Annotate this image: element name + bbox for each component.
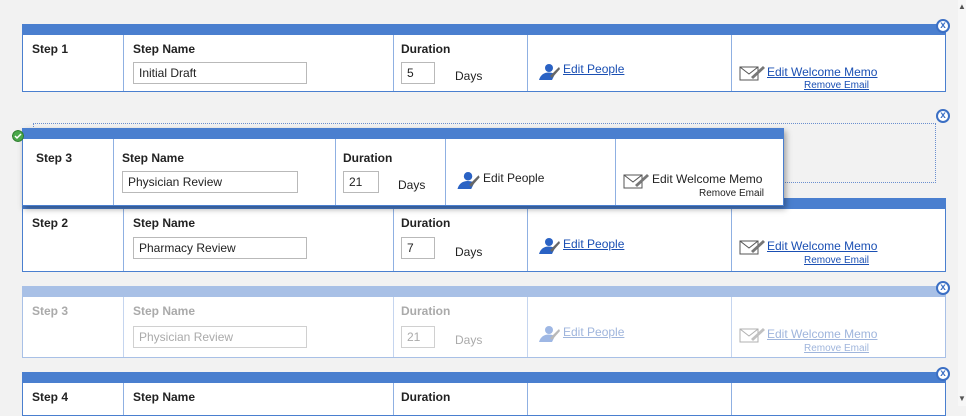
duration-label: Duration bbox=[401, 42, 451, 56]
duration-label: Duration bbox=[401, 216, 451, 230]
close-icon[interactable]: x bbox=[936, 19, 950, 33]
step-number: Step 3 bbox=[36, 151, 73, 165]
check-circle-icon bbox=[12, 130, 24, 142]
step-name-input[interactable]: Initial Draft bbox=[133, 62, 307, 84]
envelope-pencil-icon[interactable] bbox=[739, 327, 765, 343]
step-card-header-bar[interactable] bbox=[23, 287, 945, 297]
remove-email-link[interactable]: Remove Email bbox=[699, 188, 764, 199]
days-label: Days bbox=[455, 69, 483, 83]
step-name-label: Step Name bbox=[133, 304, 196, 318]
remove-email-link[interactable]: Remove Email bbox=[804, 343, 869, 354]
days-label: Days bbox=[455, 245, 483, 259]
close-icon[interactable]: x bbox=[936, 109, 950, 123]
edit-people-link[interactable]: Edit People bbox=[563, 237, 624, 251]
close-icon[interactable]: x bbox=[936, 281, 950, 295]
scrollbar[interactable] bbox=[958, 0, 966, 406]
step-card-2: Step 2 Step Name Pharmacy Review Duratio… bbox=[22, 198, 946, 272]
step-name-label: Step Name bbox=[133, 390, 196, 404]
days-label: Days bbox=[455, 333, 483, 347]
edit-welcome-memo-link[interactable]: Edit Welcome Memo bbox=[767, 239, 877, 253]
edit-people-link[interactable]: Edit People bbox=[483, 171, 544, 185]
duration-input[interactable]: 21 bbox=[401, 326, 435, 348]
envelope-pencil-icon[interactable] bbox=[623, 173, 649, 189]
close-icon[interactable]: x bbox=[936, 367, 950, 381]
people-icon[interactable] bbox=[536, 325, 560, 343]
people-icon[interactable] bbox=[454, 171, 480, 190]
step-number: Step 4 bbox=[32, 390, 69, 404]
edit-welcome-memo-link[interactable]: Edit Welcome Memo bbox=[652, 172, 762, 186]
remove-email-link[interactable]: Remove Email bbox=[804, 255, 869, 266]
duration-label: Duration bbox=[401, 304, 451, 318]
step-name-label: Step Name bbox=[133, 216, 196, 230]
duration-input[interactable]: 7 bbox=[401, 237, 435, 259]
step-card-3-dragging[interactable]: Step 3 Step Name Physician Review Durati… bbox=[22, 128, 784, 206]
step-card-3-ghost: Step 3 Step Name Physician Review Durati… bbox=[22, 286, 946, 358]
step-card-header-bar[interactable] bbox=[23, 129, 783, 139]
edit-welcome-memo-link[interactable]: Edit Welcome Memo bbox=[767, 327, 877, 341]
step-name-label: Step Name bbox=[133, 42, 196, 56]
days-label: Days bbox=[398, 178, 426, 192]
step-number: Step 2 bbox=[32, 216, 69, 230]
step-number: Step 1 bbox=[32, 42, 69, 56]
scroll-up-icon[interactable]: ▲ bbox=[958, 2, 966, 11]
envelope-pencil-icon[interactable] bbox=[739, 239, 765, 255]
step-card-header-bar[interactable] bbox=[23, 25, 945, 35]
scroll-down-icon[interactable]: ▼ bbox=[958, 394, 966, 403]
duration-input[interactable]: 5 bbox=[401, 62, 435, 84]
remove-email-link[interactable]: Remove Email bbox=[804, 80, 869, 91]
step-card-4: Step 4 Step Name Duration bbox=[22, 372, 946, 416]
step-card-header-bar[interactable] bbox=[23, 373, 945, 383]
duration-label: Duration bbox=[343, 151, 393, 165]
people-icon[interactable] bbox=[536, 237, 560, 255]
envelope-pencil-icon[interactable] bbox=[739, 65, 765, 81]
step-name-input[interactable]: Pharmacy Review bbox=[133, 237, 307, 259]
edit-people-link[interactable]: Edit People bbox=[563, 325, 624, 339]
step-name-input[interactable]: Physician Review bbox=[133, 326, 307, 348]
step-card-1: Step 1 Step Name Initial Draft Duration … bbox=[22, 24, 946, 92]
duration-input[interactable]: 21 bbox=[343, 171, 379, 193]
step-name-label: Step Name bbox=[122, 151, 185, 165]
duration-label: Duration bbox=[401, 390, 451, 404]
step-number: Step 3 bbox=[32, 304, 69, 318]
people-icon[interactable] bbox=[536, 63, 560, 81]
step-name-input[interactable]: Physician Review bbox=[122, 171, 298, 193]
edit-people-link[interactable]: Edit People bbox=[563, 62, 624, 76]
edit-welcome-memo-link[interactable]: Edit Welcome Memo bbox=[767, 65, 877, 79]
